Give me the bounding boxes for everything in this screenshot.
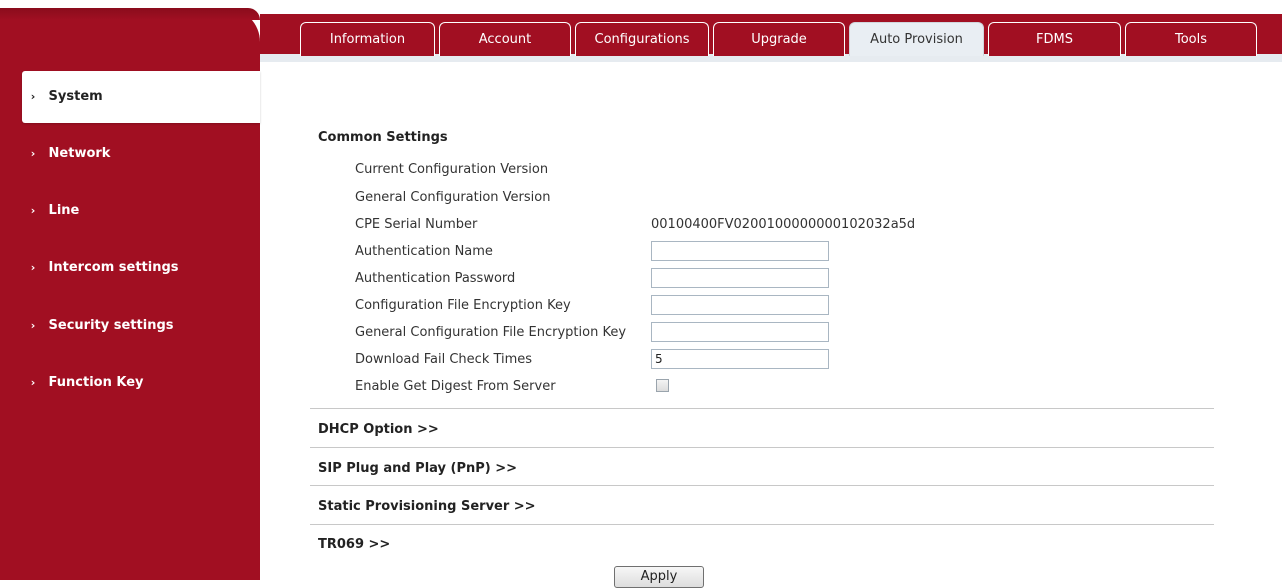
auth-password-label: Authentication Password bbox=[355, 271, 516, 286]
tr069-toggle[interactable]: TR069 >> bbox=[318, 537, 390, 552]
tab-configurations[interactable]: Configurations bbox=[575, 22, 709, 56]
sidebar-item-label: Line bbox=[48, 203, 80, 218]
sidebar-item-intercom-settings[interactable]: › Intercom settings bbox=[22, 251, 260, 285]
divider bbox=[310, 408, 1214, 409]
sidebar-item-function-key[interactable]: › Function Key bbox=[22, 366, 260, 400]
sidebar-item-label: Function Key bbox=[48, 375, 144, 390]
auth-name-input[interactable] bbox=[651, 241, 829, 261]
download-fail-input[interactable] bbox=[651, 349, 829, 369]
sidebar-item-label: Intercom settings bbox=[48, 260, 179, 275]
chevron-right-icon: › bbox=[30, 204, 36, 217]
sidebar-item-label: Security settings bbox=[48, 318, 174, 333]
sidebar-item-security-settings[interactable]: › Security settings bbox=[22, 309, 260, 343]
common-settings-title: Common Settings bbox=[318, 130, 448, 145]
sidebar-item-network[interactable]: › Network bbox=[22, 137, 260, 171]
general-config-key-input[interactable] bbox=[651, 322, 829, 342]
current-config-version-label: Current Configuration Version bbox=[355, 162, 549, 177]
apply-button[interactable]: Apply bbox=[614, 566, 704, 588]
divider bbox=[310, 524, 1214, 525]
sip-pnp-toggle[interactable]: SIP Plug and Play (PnP) >> bbox=[318, 461, 517, 476]
divider bbox=[310, 447, 1214, 448]
auth-name-label: Authentication Name bbox=[355, 244, 493, 259]
config-key-label: Configuration File Encryption Key bbox=[355, 298, 571, 313]
tab-auto-provision[interactable]: Auto Provision bbox=[849, 22, 984, 56]
tab-account[interactable]: Account bbox=[439, 22, 571, 56]
chevron-right-icon: › bbox=[30, 90, 36, 103]
top-tab-bar: Information Account Configurations Upgra… bbox=[260, 8, 1282, 62]
cpe-serial-value: 00100400FV0200100000000102032a5d bbox=[651, 217, 916, 232]
general-config-version-label: General Configuration Version bbox=[355, 190, 551, 205]
digest-label: Enable Get Digest From Server bbox=[355, 379, 556, 394]
sidebar-item-line[interactable]: › Line bbox=[22, 194, 260, 228]
tab-upgrade[interactable]: Upgrade bbox=[713, 22, 845, 56]
download-fail-label: Download Fail Check Times bbox=[355, 352, 533, 367]
static-provisioning-toggle[interactable]: Static Provisioning Server >> bbox=[318, 499, 536, 514]
sidebar-item-label: Network bbox=[48, 146, 111, 161]
digest-checkbox[interactable] bbox=[656, 379, 669, 392]
chevron-right-icon: › bbox=[30, 147, 36, 160]
config-key-input[interactable] bbox=[651, 295, 829, 315]
auth-password-input[interactable] bbox=[651, 268, 829, 288]
chevron-right-icon: › bbox=[30, 319, 36, 332]
cpe-serial-label: CPE Serial Number bbox=[355, 217, 478, 232]
divider bbox=[310, 485, 1214, 486]
chevron-right-icon: › bbox=[30, 261, 36, 274]
tab-information[interactable]: Information bbox=[300, 22, 435, 56]
general-config-key-label: General Configuration File Encryption Ke… bbox=[355, 325, 627, 340]
dhcp-option-toggle[interactable]: DHCP Option >> bbox=[318, 422, 439, 437]
sidebar-item-label: System bbox=[48, 89, 103, 104]
sidebar-item-system[interactable]: › System bbox=[22, 71, 260, 123]
tab-tools[interactable]: Tools bbox=[1125, 22, 1257, 56]
sidebar: › System › Network › Line › Intercom set… bbox=[0, 8, 260, 580]
tab-fdms[interactable]: FDMS bbox=[988, 22, 1121, 56]
chevron-right-icon: › bbox=[30, 376, 36, 389]
main-content: Common Settings Current Configuration Ve… bbox=[310, 70, 1214, 588]
